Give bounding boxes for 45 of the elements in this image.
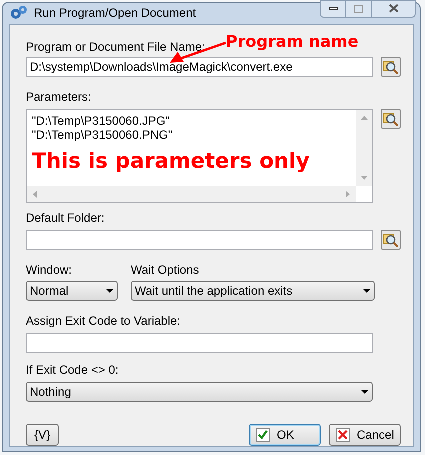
scroll-down-arrow-icon[interactable] [360, 176, 368, 180]
gears-icon [10, 4, 28, 20]
dropdown-value: Wait until the application exits [135, 283, 294, 300]
scroll-left-arrow-icon[interactable] [33, 190, 37, 198]
close-button[interactable] [372, 0, 416, 18]
dropdown-arrow-icon [361, 390, 369, 394]
window-dropdown[interactable]: Normal [26, 281, 118, 301]
vertical-scrollbar[interactable] [356, 110, 372, 186]
browse-button[interactable] [381, 109, 401, 129]
field-label: If Exit Code <> 0: [26, 362, 119, 378]
dropdown-arrow-icon [106, 289, 114, 293]
annotation-text: This is parameters only [32, 148, 310, 174]
parameter-line: "D:\Temp\P3150060.PNG" [32, 128, 173, 142]
field-label: Parameters: [26, 89, 92, 105]
field-label: Wait Options [131, 262, 200, 278]
dropdown-arrow-icon [363, 289, 371, 293]
ok-button[interactable]: OK [249, 424, 321, 446]
scroll-up-arrow-icon[interactable] [360, 116, 368, 120]
field-label: Window: [26, 262, 72, 278]
field-label: Default Folder: [26, 210, 105, 226]
check-icon [256, 428, 270, 442]
program-field[interactable]: D:\systemp\Downloads\ImageMagick\convert.exe [26, 57, 373, 77]
exit-code-action-dropdown[interactable]: Nothing [26, 382, 373, 402]
horizontal-scrollbar[interactable] [27, 186, 356, 202]
field-label: Assign Exit Code to Variable: [26, 313, 181, 329]
window-title: Run Program/Open Document [34, 4, 196, 22]
cancel-button[interactable]: Cancel [329, 424, 401, 446]
annotation-label: Program name [226, 31, 359, 53]
dropdown-value: Nothing [30, 384, 72, 401]
wait-options-dropdown[interactable]: Wait until the application exits [131, 281, 375, 301]
search-icon [383, 59, 399, 75]
browse-button[interactable] [381, 57, 401, 77]
cross-icon [336, 428, 350, 442]
dropdown-value: Normal [30, 283, 70, 300]
close-icon [388, 4, 398, 13]
field-label: Program or Document File Name: [26, 39, 206, 55]
scroll-right-arrow-icon[interactable] [346, 190, 350, 198]
browse-button[interactable] [381, 230, 401, 250]
folder-field[interactable] [26, 230, 373, 250]
minimize-button[interactable] [320, 0, 346, 18]
exit-code-variable-field[interactable] [26, 333, 373, 353]
variable-button[interactable]: {V} [26, 424, 59, 446]
search-icon [383, 111, 399, 127]
search-icon [383, 232, 399, 248]
parameter-line: "D:\Temp\P3150060.JPG" [32, 114, 171, 128]
